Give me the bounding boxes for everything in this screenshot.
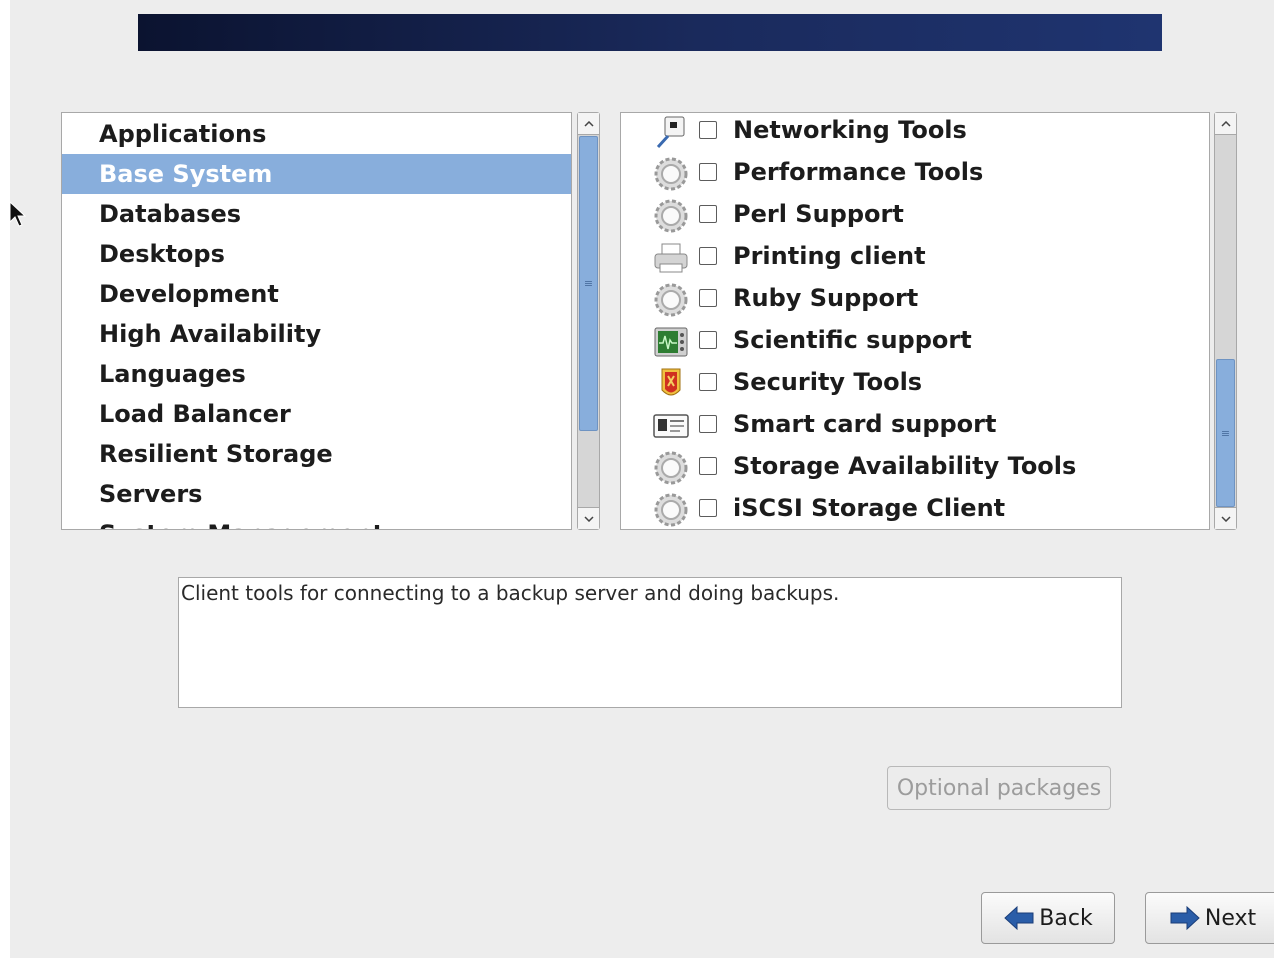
- group-checkbox[interactable]: [699, 373, 717, 391]
- group-label: Storage Availability Tools: [733, 452, 1077, 480]
- group-label: Perl Support: [733, 200, 904, 228]
- package-group-list[interactable]: Networking Tools Performance Tools Perl …: [620, 112, 1210, 530]
- group-checkbox[interactable]: [699, 247, 717, 265]
- group-row-security-tools[interactable]: Security Tools: [621, 363, 1209, 404]
- back-label: Back: [1039, 905, 1093, 931]
- group-checkbox[interactable]: [699, 415, 717, 433]
- chevron-up-icon: [583, 120, 594, 127]
- group-label: Printing client: [733, 242, 926, 270]
- arrow-left-icon: [1004, 905, 1034, 931]
- category-item-load-balancer[interactable]: Load Balancer: [62, 394, 571, 434]
- group-row-iscsi-storage-client[interactable]: iSCSI Storage Client: [621, 489, 1209, 529]
- scroll-up-button[interactable]: [578, 113, 599, 135]
- group-row-perl-support[interactable]: Perl Support: [621, 195, 1209, 236]
- scroll-down-button[interactable]: [1215, 507, 1236, 529]
- chevron-up-icon: [1220, 120, 1231, 127]
- printer-icon: [654, 243, 688, 273]
- group-checkbox[interactable]: [699, 331, 717, 349]
- group-row-smart-card-support[interactable]: Smart card support: [621, 405, 1209, 446]
- gear-icon: [654, 157, 688, 191]
- group-description: Client tools for connecting to a backup …: [178, 577, 1122, 708]
- header-banner: [138, 14, 1162, 51]
- group-label: Smart card support: [733, 410, 997, 438]
- left-edge: [0, 0, 10, 958]
- next-label: Next: [1204, 905, 1257, 931]
- scroll-down-button[interactable]: [578, 507, 599, 529]
- group-checkbox[interactable]: [699, 163, 717, 181]
- oscilloscope-icon: [654, 327, 688, 357]
- description-text: Client tools for connecting to a backup …: [181, 581, 840, 605]
- group-checkbox[interactable]: [699, 289, 717, 307]
- category-item-languages[interactable]: Languages: [62, 354, 571, 394]
- chevron-down-icon: [583, 515, 594, 522]
- category-item-desktops[interactable]: Desktops: [62, 234, 571, 274]
- category-item-high-availability[interactable]: High Availability: [62, 314, 571, 354]
- scroll-thumb[interactable]: ≡: [1216, 359, 1235, 507]
- category-item-servers[interactable]: Servers: [62, 474, 571, 514]
- category-scrollbar[interactable]: ≡: [577, 112, 600, 530]
- group-row-networking-tools[interactable]: Networking Tools: [621, 113, 1209, 152]
- category-item-system-management[interactable]: System Management: [62, 514, 571, 529]
- gear-icon: [654, 199, 688, 233]
- group-scrollbar[interactable]: ≡: [1214, 112, 1237, 530]
- category-item-resilient-storage[interactable]: Resilient Storage: [62, 434, 571, 474]
- group-row-ruby-support[interactable]: Ruby Support: [621, 279, 1209, 320]
- group-checkbox[interactable]: [699, 121, 717, 139]
- group-label: Scientific support: [733, 326, 972, 354]
- shield-icon: [661, 368, 681, 396]
- group-row-printing-client[interactable]: Printing client: [621, 237, 1209, 278]
- chevron-down-icon: [1220, 515, 1231, 522]
- group-checkbox[interactable]: [699, 457, 717, 475]
- group-label: iSCSI Storage Client: [733, 494, 1006, 522]
- category-item-development[interactable]: Development: [62, 274, 571, 314]
- group-row-performance-tools[interactable]: Performance Tools: [621, 153, 1209, 194]
- optional-packages-button[interactable]: Optional packages: [887, 766, 1111, 810]
- group-checkbox[interactable]: [699, 205, 717, 223]
- arrow-right-icon: [1170, 905, 1200, 931]
- id-card-icon: [653, 414, 689, 438]
- back-button[interactable]: Back: [981, 892, 1115, 944]
- network-tools-icon: [656, 116, 685, 149]
- optional-packages-label: Optional packages: [896, 775, 1102, 801]
- group-label: Ruby Support: [733, 284, 919, 312]
- category-item-databases[interactable]: Databases: [62, 194, 571, 234]
- gear-icon: [654, 283, 688, 317]
- next-button[interactable]: Next: [1145, 892, 1274, 944]
- mouse-cursor-icon: [9, 200, 26, 227]
- group-label: Security Tools: [733, 368, 923, 396]
- scroll-up-button[interactable]: [1215, 113, 1236, 135]
- group-checkbox[interactable]: [699, 499, 717, 517]
- gear-icon: [654, 451, 688, 485]
- category-list[interactable]: Applications Base System Databases Deskt…: [61, 112, 572, 530]
- gear-icon: [654, 493, 688, 527]
- group-label: Performance Tools: [733, 158, 984, 186]
- group-label: Networking Tools: [733, 116, 967, 144]
- category-item-base-system[interactable]: Base System: [62, 154, 571, 194]
- scroll-thumb[interactable]: ≡: [579, 136, 598, 431]
- group-row-storage-availability-tools[interactable]: Storage Availability Tools: [621, 447, 1209, 488]
- group-row-scientific-support[interactable]: Scientific support: [621, 321, 1209, 362]
- category-item-applications[interactable]: Applications: [62, 114, 571, 154]
